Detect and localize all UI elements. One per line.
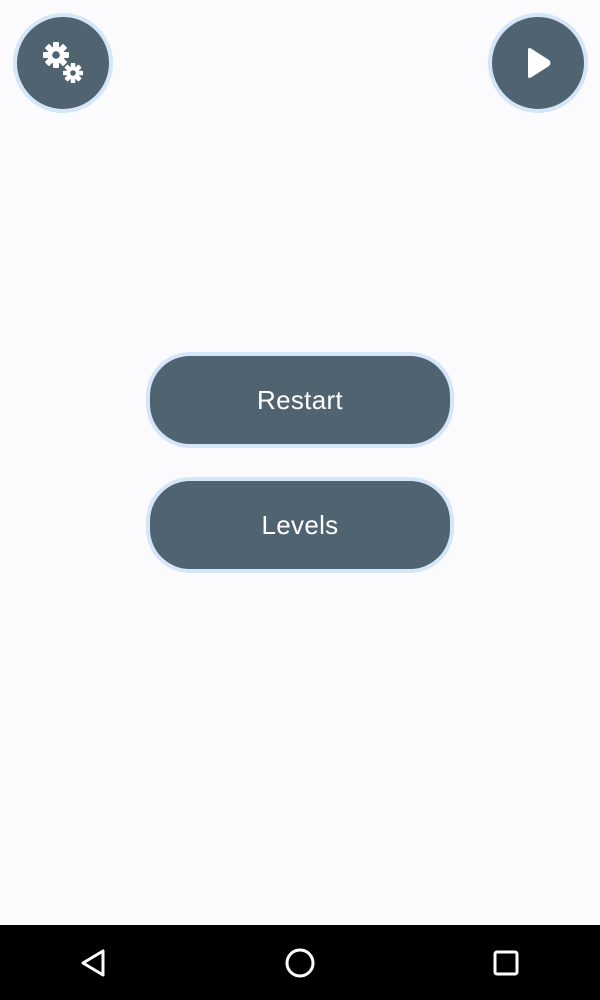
- system-navigation-bar: [0, 925, 600, 1000]
- levels-button[interactable]: Levels: [146, 477, 454, 573]
- play-button[interactable]: [488, 13, 588, 113]
- settings-button[interactable]: [13, 13, 113, 113]
- gears-icon: [43, 42, 83, 83]
- recents-button[interactable]: [486, 943, 526, 983]
- home-button[interactable]: [280, 943, 320, 983]
- game-menu-screen: Restart Levels: [0, 0, 600, 925]
- restart-button[interactable]: Restart: [146, 352, 454, 448]
- recents-icon: [493, 950, 519, 976]
- back-button[interactable]: [74, 943, 114, 983]
- play-icon: [528, 48, 551, 78]
- home-icon: [285, 948, 315, 978]
- back-icon: [81, 949, 105, 977]
